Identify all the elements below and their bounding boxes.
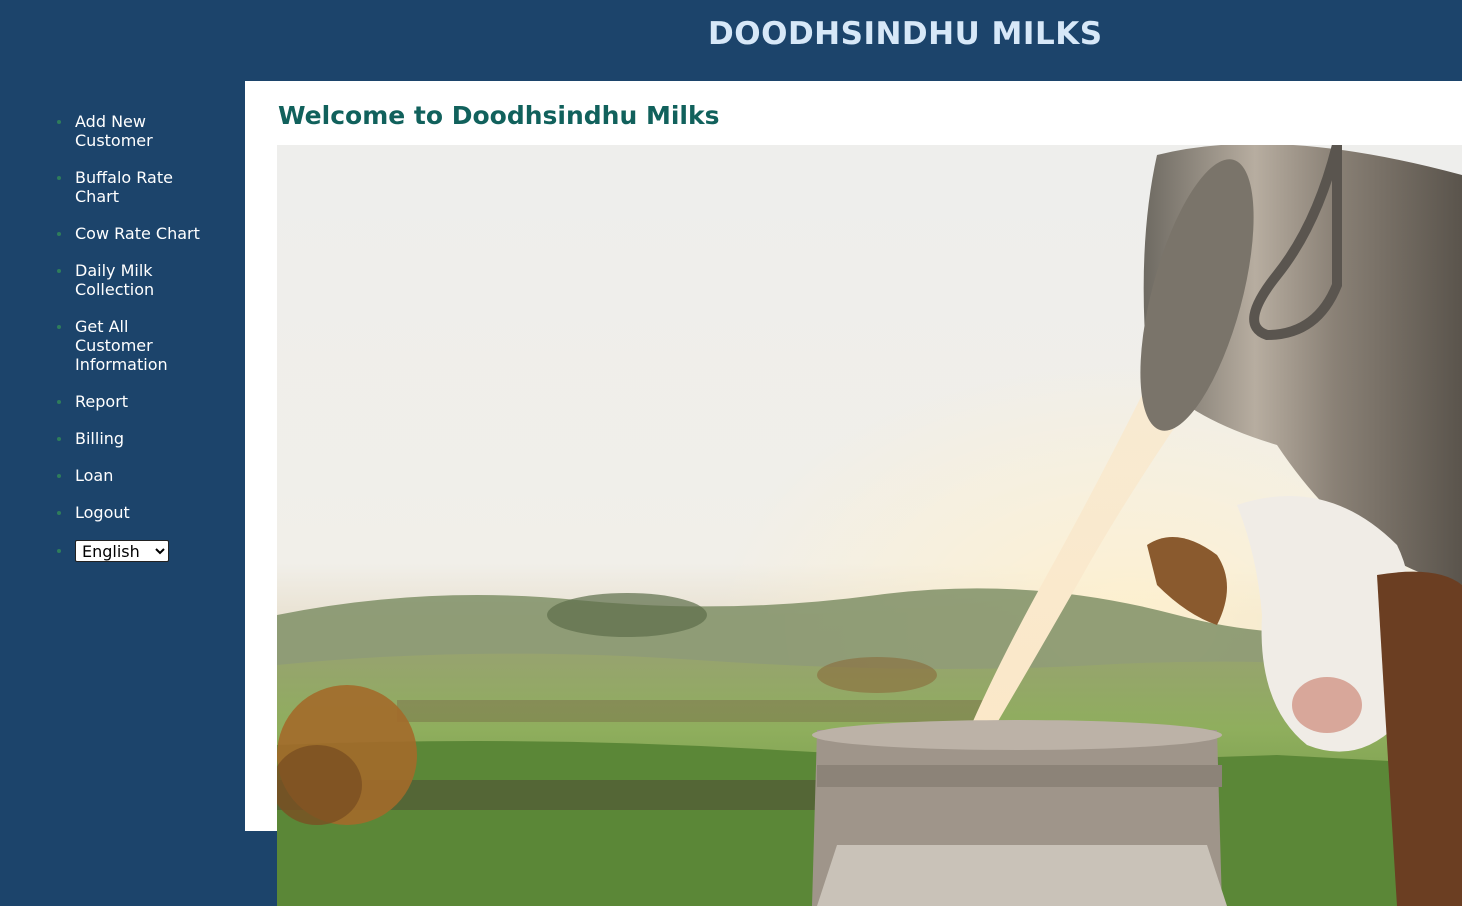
bullet-icon: [57, 176, 61, 180]
sidebar-item-report[interactable]: Report: [57, 392, 227, 411]
sidebar-item-buffalo-rate-chart[interactable]: Buffalo Rate Chart: [57, 168, 227, 206]
sidebar-item-loan[interactable]: Loan: [57, 466, 227, 485]
bullet-icon: [57, 474, 61, 478]
bullet-icon: [57, 400, 61, 404]
sidebar-item-label: Billing: [75, 429, 125, 448]
sidebar-nav: Add New Customer Buffalo Rate Chart Cow …: [57, 112, 227, 580]
welcome-heading: Welcome to Doodhsindhu Milks: [278, 101, 720, 130]
sidebar-item-label: Buffalo Rate Chart: [75, 168, 173, 206]
sidebar-item-get-all-customer-information[interactable]: Get All Customer Information: [57, 317, 227, 374]
bullet-icon: [57, 325, 61, 329]
hero-image: [277, 145, 1462, 906]
bullet-icon: [57, 511, 61, 515]
bullet-icon: [57, 437, 61, 441]
sidebar-item-logout[interactable]: Logout: [57, 503, 227, 522]
sidebar-item-label: Cow Rate Chart: [75, 224, 200, 243]
header-bar: DOODHSINDHU MILKS: [0, 0, 1462, 81]
bullet-icon: [57, 120, 61, 124]
bullet-icon: [57, 549, 61, 553]
sidebar-item-label: Logout: [75, 503, 130, 522]
sidebar-item-label: Loan: [75, 466, 114, 485]
bullet-icon: [57, 232, 61, 236]
sidebar-item-billing[interactable]: Billing: [57, 429, 227, 448]
language-select[interactable]: English: [75, 540, 169, 562]
sidebar-item-label: Get All Customer Information: [75, 317, 168, 374]
sidebar-item-daily-milk-collection[interactable]: Daily Milk Collection: [57, 261, 227, 299]
site-title: DOODHSINDHU MILKS: [708, 16, 1103, 52]
sidebar-item-language: English: [57, 540, 227, 562]
sidebar-item-label: Report: [75, 392, 129, 411]
sidebar-item-label: Daily Milk Collection: [75, 261, 155, 299]
sidebar: Add New Customer Buffalo Rate Chart Cow …: [0, 81, 245, 906]
sidebar-item-label: Add New Customer: [75, 112, 153, 150]
sidebar-item-cow-rate-chart[interactable]: Cow Rate Chart: [57, 224, 227, 243]
bullet-icon: [57, 269, 61, 273]
sidebar-item-add-new-customer[interactable]: Add New Customer: [57, 112, 227, 150]
